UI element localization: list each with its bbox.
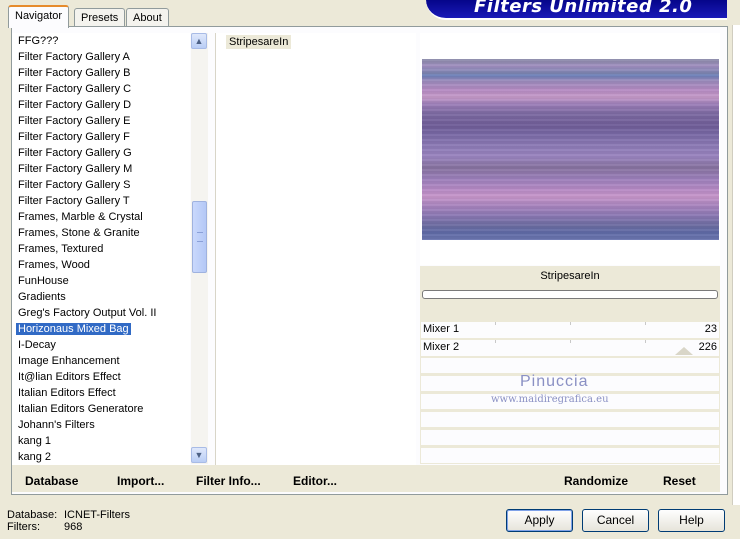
slider-value: 23 xyxy=(704,323,717,335)
category-label: Frames, Stone & Granite xyxy=(18,227,140,239)
category-list[interactable]: FFG??? Filter Factory Gallery A Filter Fac… xyxy=(12,33,190,465)
app-banner: Filters Unlimited 2.0 xyxy=(426,0,736,20)
category-label: Image Enhancement xyxy=(18,355,120,367)
import-button[interactable]: Import... xyxy=(117,474,164,488)
category-label: Filter Factory Gallery T xyxy=(18,195,130,207)
category-item[interactable]: Filter Factory Gallery S xyxy=(12,177,190,193)
filters-count-value: 968 xyxy=(64,521,83,533)
tab-about[interactable]: About xyxy=(126,8,169,27)
category-label: Filter Factory Gallery C xyxy=(18,83,132,95)
cancel-button[interactable]: Cancel xyxy=(582,509,649,532)
category-item[interactable]: Filter Factory Gallery C xyxy=(12,81,190,97)
category-item[interactable]: It@lian Editors Effect xyxy=(12,369,190,385)
slider-thumb[interactable] xyxy=(675,347,693,355)
category-label: kang 1 xyxy=(18,435,52,447)
category-item[interactable]: Filter Factory Gallery E xyxy=(12,113,190,129)
category-label: Greg's Factory Output Vol. II xyxy=(18,307,157,319)
category-label: FFG??? xyxy=(18,35,59,47)
category-label: Frames, Textured xyxy=(18,243,104,255)
category-label: Filter Factory Gallery G xyxy=(18,147,132,159)
category-label: Italian Editors Effect xyxy=(18,387,116,399)
category-item[interactable]: Johann's Filters xyxy=(12,417,190,433)
category-item[interactable]: Filter Factory Gallery D xyxy=(12,97,190,113)
scroll-thumb[interactable] xyxy=(192,201,207,273)
category-item[interactable]: Gradients xyxy=(12,289,190,305)
empty-slider-row xyxy=(421,448,719,463)
database-label: Database: xyxy=(7,509,58,521)
scroll-up-button[interactable]: ▲ xyxy=(191,33,207,49)
category-label: kang 2 xyxy=(18,451,52,463)
tab-navigator[interactable]: Navigator xyxy=(8,5,70,28)
category-item-selected[interactable]: Horizonaus Mixed Bag xyxy=(12,321,190,337)
window-edge xyxy=(727,0,740,539)
category-label: Italian Editors Generatore xyxy=(18,403,144,415)
editor-button[interactable]: Editor... xyxy=(293,474,337,488)
tab-presets[interactable]: Presets xyxy=(74,8,126,27)
category-label: I-Decay xyxy=(18,339,56,351)
filter-name-label: StripesareIn xyxy=(540,270,600,282)
category-label: FunHouse xyxy=(18,275,69,287)
help-button[interactable]: Help xyxy=(658,509,725,532)
category-item[interactable]: Frames, Marble & Crystal xyxy=(12,209,190,225)
filter-item-selected[interactable]: StripesareIn xyxy=(226,35,292,49)
randomize-button[interactable]: Randomize xyxy=(564,474,628,488)
category-label: Gradients xyxy=(18,291,66,303)
category-label: Filter Factory Gallery B xyxy=(18,67,131,79)
progress-bar xyxy=(422,290,718,299)
category-item[interactable]: Frames, Wood xyxy=(12,257,190,273)
category-scrollbar[interactable]: ▲ ▼ xyxy=(191,33,208,464)
slider-value: 226 xyxy=(698,341,717,353)
scroll-down-button[interactable]: ▼ xyxy=(191,447,207,463)
category-item[interactable]: I-Decay xyxy=(12,337,190,353)
watermark-name: Pinuccia xyxy=(520,373,589,390)
category-label: Horizonaus Mixed Bag xyxy=(16,323,131,335)
empty-slider-row xyxy=(421,358,719,373)
watermark-url: www.maidiregrafica.eu xyxy=(491,394,609,405)
category-item[interactable]: Image Enhancement xyxy=(12,353,190,369)
category-item[interactable]: Filter Factory Gallery G xyxy=(12,145,190,161)
category-item[interactable]: kang 1 xyxy=(12,433,190,449)
filters-count-label: Filters: xyxy=(7,521,40,533)
category-label: Filter Factory Gallery E xyxy=(18,115,131,127)
category-label: Johann's Filters xyxy=(18,419,95,431)
slider-label: Mixer 2 xyxy=(423,341,460,353)
apply-button[interactable]: Apply xyxy=(506,509,573,532)
category-item[interactable]: Frames, Textured xyxy=(12,241,190,257)
database-button[interactable]: Database xyxy=(25,474,78,488)
reset-button[interactable]: Reset xyxy=(663,474,696,488)
filter-info-button[interactable]: Filter Info... xyxy=(196,474,261,488)
category-item[interactable]: Filter Factory Gallery M xyxy=(12,161,190,177)
category-label: Filter Factory Gallery A xyxy=(18,51,130,63)
category-item[interactable]: FFG??? xyxy=(12,33,190,49)
category-label: Filter Factory Gallery S xyxy=(18,179,131,191)
filter-list[interactable]: StripesareIn xyxy=(215,33,416,465)
category-label: Filter Factory Gallery M xyxy=(18,163,133,175)
slider-mixer-2[interactable]: Mixer 2 226 xyxy=(421,340,719,356)
empty-slider-row xyxy=(421,430,719,445)
category-item[interactable]: FunHouse xyxy=(12,273,190,289)
category-label: It@lian Editors Effect xyxy=(18,371,121,383)
category-item[interactable]: Frames, Stone & Granite xyxy=(12,225,190,241)
category-item[interactable]: Filter Factory Gallery F xyxy=(12,129,190,145)
category-item[interactable]: Greg's Factory Output Vol. II xyxy=(12,305,190,321)
preview-image xyxy=(422,59,719,240)
app-title: Filters Unlimited 2.0 xyxy=(474,0,693,17)
category-item[interactable]: kang 2 xyxy=(12,449,190,465)
category-label: Filter Factory Gallery F xyxy=(18,131,130,143)
category-label: Frames, Marble & Crystal xyxy=(18,211,143,223)
category-item[interactable]: Filter Factory Gallery A xyxy=(12,49,190,65)
database-value: ICNET-Filters xyxy=(64,509,130,521)
slider-label: Mixer 1 xyxy=(423,323,460,335)
category-item[interactable]: Italian Editors Effect xyxy=(12,385,190,401)
slider-mixer-1[interactable]: Mixer 1 23 xyxy=(421,322,719,338)
category-label: Frames, Wood xyxy=(18,259,90,271)
empty-slider-row xyxy=(421,412,719,427)
category-label: Filter Factory Gallery D xyxy=(18,99,132,111)
category-item[interactable]: Filter Factory Gallery T xyxy=(12,193,190,209)
category-item[interactable]: Italian Editors Generatore xyxy=(12,401,190,417)
category-item[interactable]: Filter Factory Gallery B xyxy=(12,65,190,81)
